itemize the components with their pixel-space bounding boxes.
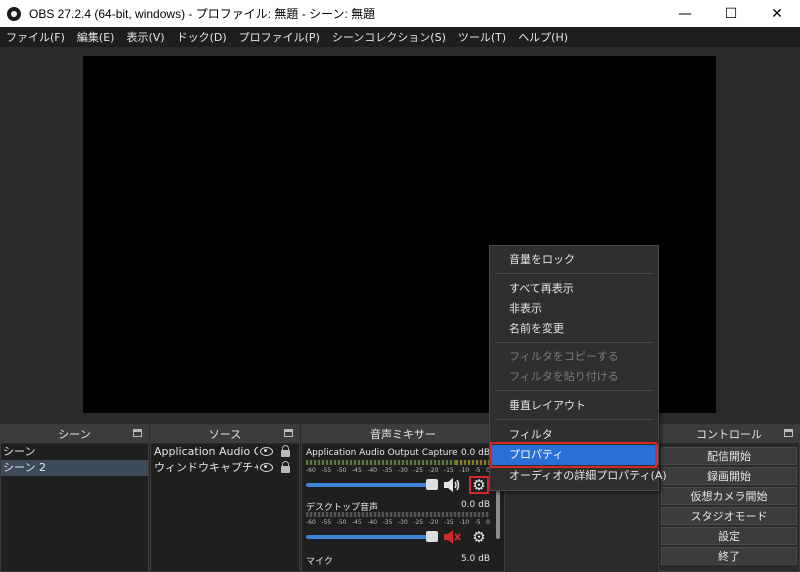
lock-icon[interactable] (281, 461, 290, 473)
source-name: Application Audio Output Capture (154, 445, 258, 458)
controls-dock-title: コントロール (696, 428, 762, 441)
scenes-dock-header: シーン (1, 425, 148, 443)
menu-item-advanced-audio-properties[interactable]: オーディオの詳細プロパティ(A) (490, 466, 667, 486)
mixer-channel: デスクトップ音声 0.0 dB -60 -55 -50 -45 -40 -35 -30 -25… (306, 500, 490, 548)
title-bar: OBS 27.2.4 (64-bit, windows) - プロファイル: 無… (0, 0, 800, 27)
close-button[interactable]: ✕ (754, 0, 800, 27)
scenes-dock: シーン シーン シーン 2 (0, 424, 149, 572)
channel-db: 0.0 dB (460, 448, 490, 458)
meter-scale: -60-55-50-45-40-35-30-25-20-15-10-50 (306, 467, 490, 474)
mixer-dock-title: 音声ミキサー (370, 428, 436, 441)
menu-item-rename[interactable]: 名前を変更 (490, 319, 658, 339)
controls-body: 配信開始 録画開始 仮想カメラ開始 スタジオモード 設定 終了 (659, 444, 799, 571)
studio-mode-button[interactable]: スタジオモード (661, 507, 797, 525)
volume-slider[interactable] (306, 483, 436, 487)
sources-dock-header: ソース (151, 425, 299, 443)
menu-help[interactable]: ヘルプ(H) (512, 29, 574, 45)
channel-db: 0.0 dB (460, 500, 490, 510)
channel-db: 5.0 dB (460, 554, 490, 564)
menu-tools[interactable]: ツール(T) (452, 29, 512, 45)
sources-list: Application Audio Output Capture ウィンドウキャ… (151, 444, 299, 571)
source-name: ウィンドウキャプチャ (154, 461, 258, 474)
window-title: OBS 27.2.4 (64-bit, windows) - プロファイル: 無… (29, 7, 376, 21)
speaker-icon[interactable] (443, 477, 461, 493)
menu-scene-collection[interactable]: シーンコレクション(S) (326, 29, 452, 45)
visibility-eye-icon[interactable] (260, 463, 273, 472)
sources-dock-title: ソース (208, 428, 242, 441)
volume-meter (306, 460, 490, 465)
menu-separator (495, 419, 653, 420)
highlight-annotation-box (490, 442, 657, 468)
menu-docks[interactable]: ドック(D) (171, 29, 233, 45)
audio-mixer-dock: 音声ミキサー Application Audio Output Capture … (301, 424, 505, 572)
controls-dock: コントロール 配信開始 録画開始 仮想カメラ開始 スタジオモード 設定 終了 (658, 424, 800, 572)
volume-slider[interactable] (306, 535, 436, 539)
menu-bar: ファイル(F) 編集(E) 表示(V) ドック(D) プロファイル(P) シーン… (0, 27, 800, 47)
menu-separator (495, 390, 653, 391)
start-streaming-button[interactable]: 配信開始 (661, 447, 797, 465)
scene-item-selected[interactable]: シーン 2 (1, 460, 148, 476)
sources-dock: ソース Application Audio Output Capture ウィン… (150, 424, 300, 572)
lock-icon[interactable] (281, 445, 290, 457)
scenes-list: シーン シーン 2 (1, 444, 148, 571)
obs-logo-icon (7, 6, 21, 21)
undock-icon[interactable] (284, 429, 293, 437)
source-item[interactable]: Application Audio Output Capture (151, 444, 299, 460)
mixer-dock-header: 音声ミキサー (302, 425, 504, 443)
mixer-channel: Application Audio Output Capture 0.0 dB … (306, 448, 490, 496)
exit-button[interactable]: 終了 (661, 547, 797, 565)
gear-icon[interactable]: ⚙ (469, 528, 489, 546)
mixer-channel: マイク 5.0 dB (306, 554, 490, 572)
menu-edit[interactable]: 編集(E) (71, 29, 121, 45)
settings-button[interactable]: 設定 (661, 527, 797, 545)
volume-meter (306, 512, 490, 517)
menu-item-copy-filters: フィルタをコピーする (509, 350, 619, 363)
menu-file[interactable]: ファイル(F) (0, 29, 71, 45)
menu-separator (495, 342, 653, 343)
menu-separator (495, 273, 653, 274)
gear-icon[interactable]: ⚙ (469, 476, 489, 494)
controls-dock-header: コントロール (659, 425, 799, 443)
scenes-dock-title: シーン (58, 428, 91, 441)
undock-icon[interactable] (133, 429, 142, 437)
menu-item-vertical-layout[interactable]: 垂直レイアウト (490, 396, 658, 416)
menu-view[interactable]: 表示(V) (120, 29, 170, 45)
volume-slider-handle[interactable] (426, 531, 438, 542)
channel-name: Application Audio Output Capture (306, 448, 458, 458)
maximize-button[interactable]: ☐ (708, 0, 754, 27)
visibility-eye-icon[interactable] (260, 447, 273, 456)
mixer-body: Application Audio Output Capture 0.0 dB … (302, 444, 504, 571)
meter-scale: -60-55-50-45-40-35-30-25-20-15-10-50 (306, 519, 490, 526)
scene-item[interactable]: シーン (1, 444, 148, 460)
minimize-button[interactable]: — (662, 0, 708, 27)
menu-profile[interactable]: プロファイル(P) (233, 29, 326, 45)
menu-item-lock-volume[interactable]: 音量をロック (490, 250, 658, 270)
volume-slider-handle[interactable] (426, 479, 438, 490)
muted-speaker-icon[interactable] (443, 529, 461, 545)
undock-icon[interactable] (784, 429, 793, 437)
channel-name: マイク (306, 557, 333, 567)
source-item[interactable]: ウィンドウキャプチャ (151, 460, 299, 476)
start-virtual-camera-button[interactable]: 仮想カメラ開始 (661, 487, 797, 505)
menu-item-hide[interactable]: 非表示 (490, 299, 658, 319)
preview-area (0, 47, 800, 422)
menu-item-unhide-all[interactable]: すべて再表示 (490, 279, 658, 299)
start-recording-button[interactable]: 録画開始 (661, 467, 797, 485)
menu-item-paste-filters: フィルタを貼り付ける (509, 370, 619, 383)
